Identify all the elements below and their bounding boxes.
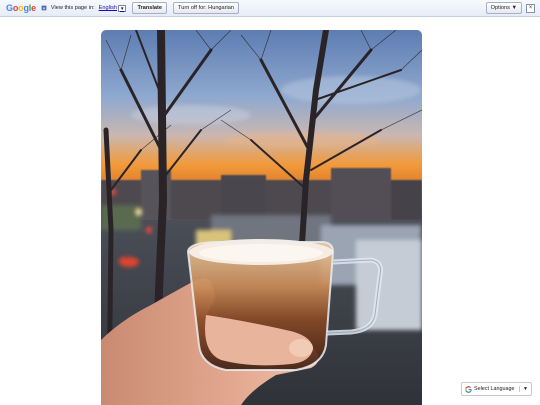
close-icon[interactable]: × bbox=[526, 3, 535, 13]
photo-image bbox=[101, 30, 422, 405]
turn-off-button[interactable]: Turn off for: Hungarian bbox=[173, 2, 239, 14]
options-button[interactable]: Options ▼ bbox=[485, 2, 522, 14]
target-language-select[interactable]: English ▼ bbox=[99, 4, 127, 12]
google-translate-bar: Google A View this page in: English ▼ Tr… bbox=[0, 0, 540, 17]
translate-prompt: View this page in: bbox=[50, 5, 95, 11]
translate-button[interactable]: Translate bbox=[132, 2, 168, 14]
google-g-icon bbox=[465, 385, 472, 393]
google-logo: Google bbox=[6, 3, 36, 13]
chevron-down-icon[interactable]: ▼ bbox=[519, 386, 528, 392]
select-language-label[interactable]: Select Language bbox=[474, 386, 514, 392]
select-language-dropdown[interactable]: Select Language ▼ bbox=[461, 382, 532, 396]
translate-icon: A bbox=[41, 5, 47, 11]
chevron-down-icon[interactable]: ▼ bbox=[117, 4, 127, 12]
target-language-label[interactable]: English bbox=[99, 5, 117, 11]
coffee-photo bbox=[101, 30, 422, 405]
